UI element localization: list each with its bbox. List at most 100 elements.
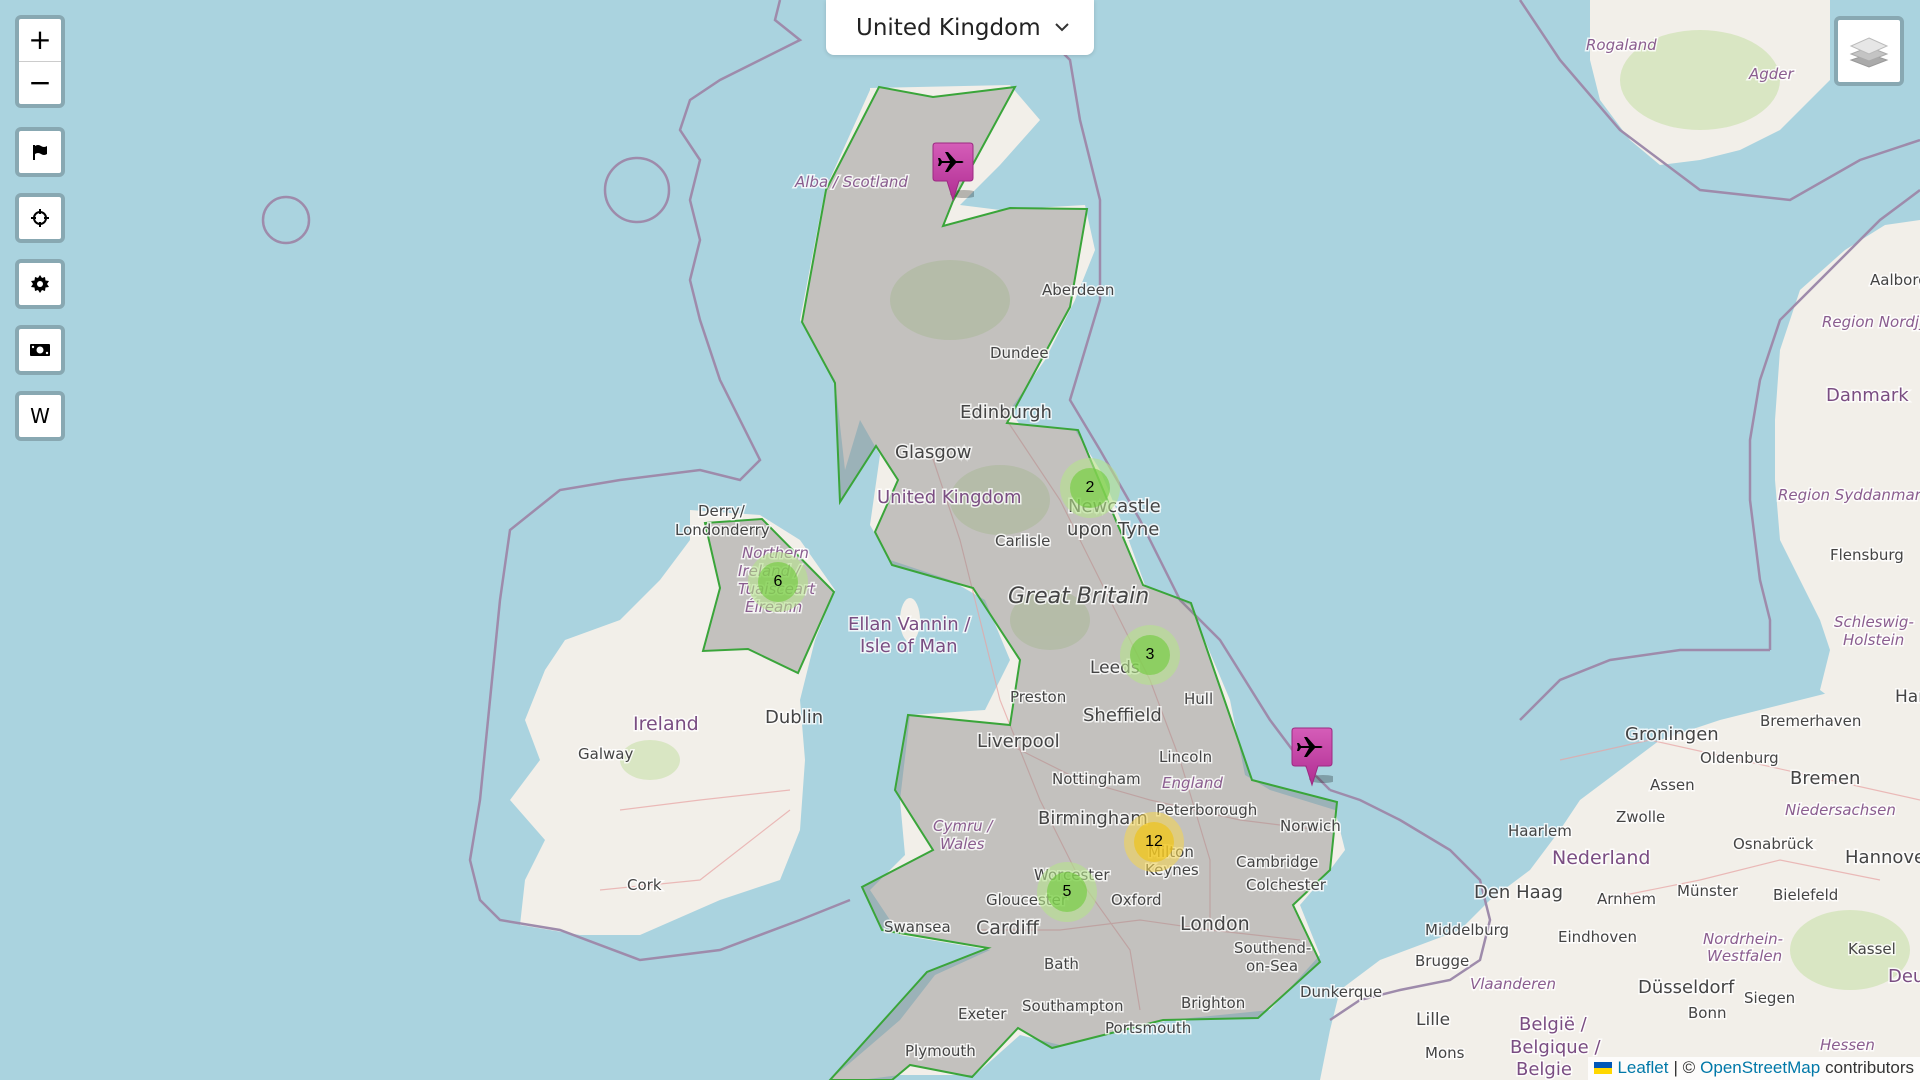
label-southend-1: Southend- (1234, 939, 1311, 957)
label-iom-2: Isle of Man (860, 636, 958, 657)
cluster-count: 3 (1145, 646, 1155, 663)
label-nederland: Nederland (1552, 847, 1651, 869)
label-derry-1: Derry/ (698, 502, 746, 520)
label-cork: Cork (627, 876, 662, 894)
ukraine-flag-icon (1594, 1062, 1613, 1074)
label-norwich: Norwich (1280, 817, 1341, 835)
label-hamburg: Hamb (1895, 687, 1920, 707)
label-aalborg: Aalborg (1870, 271, 1920, 289)
crosshair-icon (31, 209, 49, 227)
layers-icon (1849, 37, 1889, 68)
label-nottingham: Nottingham (1052, 770, 1141, 788)
label-haarlem: Haarlem (1508, 822, 1572, 840)
money-button[interactable] (15, 325, 65, 375)
label-exeter: Exeter (958, 1005, 1007, 1023)
label-bremerhaven: Bremerhaven (1760, 712, 1861, 730)
country-select[interactable]: United Kingdom (826, 0, 1094, 55)
label-edinburgh: Edinburgh (960, 402, 1052, 423)
label-aberdeen: Aberdeen (1042, 281, 1114, 299)
label-mons: Mons (1425, 1044, 1465, 1062)
leaflet-link[interactable]: Leaflet (1617, 1058, 1668, 1078)
marker-cluster[interactable]: 6 (748, 552, 808, 612)
label-bielefeld: Bielefeld (1773, 886, 1838, 904)
label-schleswig-1: Schleswig- (1834, 613, 1914, 631)
label-eindhoven: Eindhoven (1558, 928, 1637, 946)
label-portsmouth: Portsmouth (1105, 1019, 1191, 1037)
label-newcastle-2: upon Tyne (1067, 519, 1159, 540)
label-belgie-2: Belgique / (1510, 1037, 1601, 1058)
label-ireland: Ireland (633, 713, 699, 735)
chevron-down-icon (1055, 23, 1069, 32)
label-galway: Galway (578, 745, 633, 763)
label-oxford: Oxford (1111, 891, 1162, 909)
cluster-count: 6 (773, 573, 783, 590)
label-glasgow: Glasgow (895, 442, 972, 463)
label-hessen: Hessen (1820, 1036, 1875, 1054)
settings-button[interactable] (15, 259, 65, 309)
label-uk: United Kingdom (877, 487, 1021, 508)
label-southampton: Southampton (1022, 997, 1123, 1015)
label-sheffield: Sheffield (1083, 705, 1162, 726)
layers-control-button[interactable] (1834, 16, 1904, 86)
label-groningen: Groningen (1625, 724, 1719, 745)
label-great-britain: Great Britain (1008, 584, 1149, 609)
attribution-separator: | © (1673, 1058, 1696, 1077)
w-letter-icon: W (30, 404, 50, 428)
label-bremen: Bremen (1790, 768, 1860, 789)
plus-icon: + (28, 23, 52, 56)
airport-marker[interactable] (932, 142, 978, 202)
cluster-count: 12 (1145, 833, 1163, 850)
cluster-count: 2 (1085, 479, 1095, 496)
marker-cluster[interactable]: 2 (1060, 458, 1120, 518)
label-wales-1: Cymru / (933, 817, 994, 835)
label-carlisle: Carlisle (995, 532, 1050, 550)
label-preston: Preston (1010, 688, 1066, 706)
label-brugge: Brugge (1415, 952, 1469, 970)
label-siegen: Siegen (1744, 989, 1795, 1007)
flag-button[interactable] (15, 127, 65, 177)
label-nrw-2: Westfalen (1707, 947, 1782, 965)
flag-icon (33, 145, 47, 160)
locate-button[interactable] (15, 193, 65, 243)
osm-link[interactable]: OpenStreetMap (1700, 1058, 1820, 1078)
label-brighton: Brighton (1181, 994, 1245, 1012)
wiki-button[interactable]: W (15, 391, 65, 441)
label-dusseldorf: Düsseldorf (1638, 977, 1735, 998)
marker-cluster[interactable]: 5 (1037, 862, 1097, 922)
label-cardiff: Cardiff (976, 917, 1040, 939)
zoom-out-button[interactable]: − (19, 61, 61, 104)
label-plymouth: Plymouth (905, 1042, 976, 1060)
label-flensburg: Flensburg (1830, 546, 1904, 564)
airplane-icon (932, 142, 978, 202)
label-zwolle: Zwolle (1616, 808, 1665, 826)
label-belgie-3: Belgie (1516, 1059, 1572, 1080)
label-derry-2: Londonderry (675, 521, 770, 539)
label-osnabruck: Osnabrück (1733, 835, 1814, 853)
label-nordjylland: Region Nordjyl (1822, 313, 1920, 331)
label-oldenburg: Oldenburg (1700, 749, 1779, 767)
label-england: England (1162, 774, 1223, 792)
minus-icon: − (28, 66, 52, 99)
label-swansea: Swansea (884, 918, 951, 936)
label-lille: Lille (1416, 1010, 1450, 1030)
label-schleswig-2: Holstein (1843, 631, 1904, 649)
label-middelburg: Middelburg (1425, 921, 1509, 939)
label-kassel: Kassel (1848, 940, 1896, 958)
label-southend-2: on-Sea (1246, 957, 1298, 975)
label-assen: Assen (1650, 776, 1695, 794)
airport-marker[interactable] (1291, 727, 1337, 787)
zoom-control: + − (15, 15, 65, 108)
label-wales-2: Wales (940, 835, 985, 853)
label-munster: Münster (1677, 882, 1739, 900)
attribution-suffix: contributors (1825, 1058, 1914, 1077)
marker-cluster[interactable]: 12 (1124, 812, 1184, 872)
label-arnhem: Arnhem (1597, 890, 1656, 908)
label-vlaanderen: Vlaanderen (1470, 975, 1556, 993)
label-lincoln: Lincoln (1159, 748, 1212, 766)
label-liverpool: Liverpool (977, 731, 1060, 752)
zoom-in-button[interactable]: + (19, 19, 61, 61)
label-rogaland: Rogaland (1586, 36, 1657, 54)
marker-cluster[interactable]: 3 (1120, 625, 1180, 685)
label-iom-1: Ellan Vannin / (848, 614, 971, 635)
label-cambridge: Cambridge (1236, 853, 1318, 871)
